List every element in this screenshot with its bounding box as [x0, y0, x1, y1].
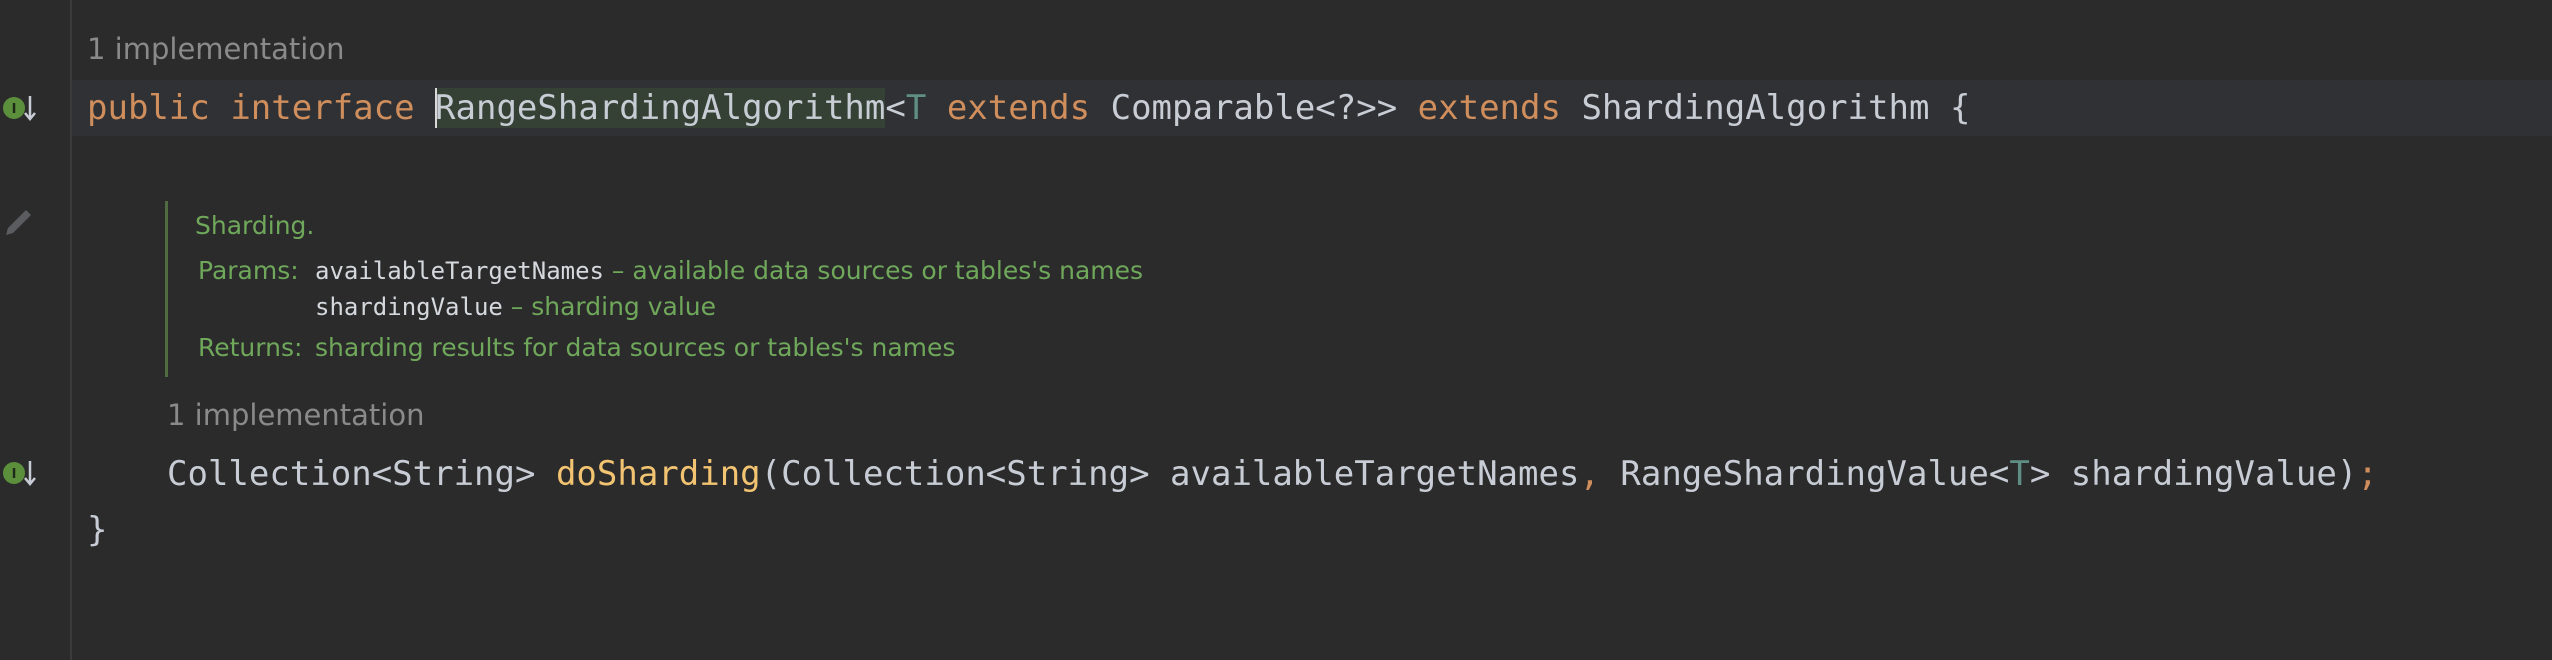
- doc-param-1: availableTargetNames – available data so…: [315, 256, 1143, 285]
- comparable-type: Comparable<?>>: [1110, 88, 1398, 128]
- method-params-b: RangeShardingValue<: [1599, 454, 2010, 494]
- keyword-extends-super: extends: [1417, 88, 1561, 128]
- keyword-public: public: [87, 88, 210, 128]
- super-interface-name[interactable]: ShardingAlgorithm: [1581, 88, 1929, 128]
- interface-implementations-hint[interactable]: 1 implementation: [87, 32, 344, 66]
- generic-open: <: [885, 88, 906, 128]
- edit-doc-icon[interactable]: [0, 203, 40, 243]
- doc-summary: Sharding.: [195, 211, 315, 240]
- doc-param-2-name: shardingValue: [315, 293, 503, 321]
- doc-param-2-desc: – sharding value: [502, 292, 717, 321]
- doc-returns-desc: sharding results for data sources or tab…: [315, 333, 956, 362]
- implemented-interface-icon[interactable]: I: [0, 88, 40, 128]
- param-comma: ,: [1579, 454, 1600, 494]
- method-implementations-hint[interactable]: 1 implementation: [167, 398, 424, 432]
- keyword-interface: interface: [230, 88, 415, 128]
- method-params-c: > shardingValue): [2029, 454, 2358, 494]
- method-declaration-line[interactable]: Collection<String> doSharding(Collection…: [167, 446, 2378, 502]
- return-type: Collection<String>: [167, 454, 556, 494]
- implemented-method-icon[interactable]: I: [0, 453, 40, 493]
- type-parameter: T: [905, 88, 927, 128]
- interface-declaration-line[interactable]: public interface RangeShardingAlgorithm<…: [87, 80, 1970, 136]
- doc-param-1-name: availableTargetNames: [315, 257, 604, 285]
- interface-name[interactable]: RangeShardingAlgorithm: [435, 88, 886, 128]
- method-type-parameter: T: [2009, 454, 2030, 494]
- keyword-extends: extends: [946, 88, 1091, 128]
- method-name[interactable]: doSharding: [556, 454, 761, 494]
- text-caret: [435, 87, 438, 128]
- open-brace: {: [1949, 88, 1971, 128]
- closing-brace-line[interactable]: }: [87, 502, 107, 558]
- rendered-javadoc: Sharding. Params: availableTargetNames –…: [165, 201, 1268, 377]
- svg-text:I: I: [12, 467, 17, 482]
- doc-params-label: Params:: [198, 256, 299, 285]
- statement-semicolon: ;: [2357, 454, 2378, 494]
- doc-returns-label: Returns:: [198, 333, 303, 362]
- doc-param-1-desc: – available data sources or tables's nam…: [603, 256, 1144, 285]
- svg-text:I: I: [12, 102, 17, 117]
- method-params-a: (Collection<String> availableTargetNames: [760, 454, 1580, 494]
- doc-param-2: shardingValue – sharding value: [315, 292, 716, 321]
